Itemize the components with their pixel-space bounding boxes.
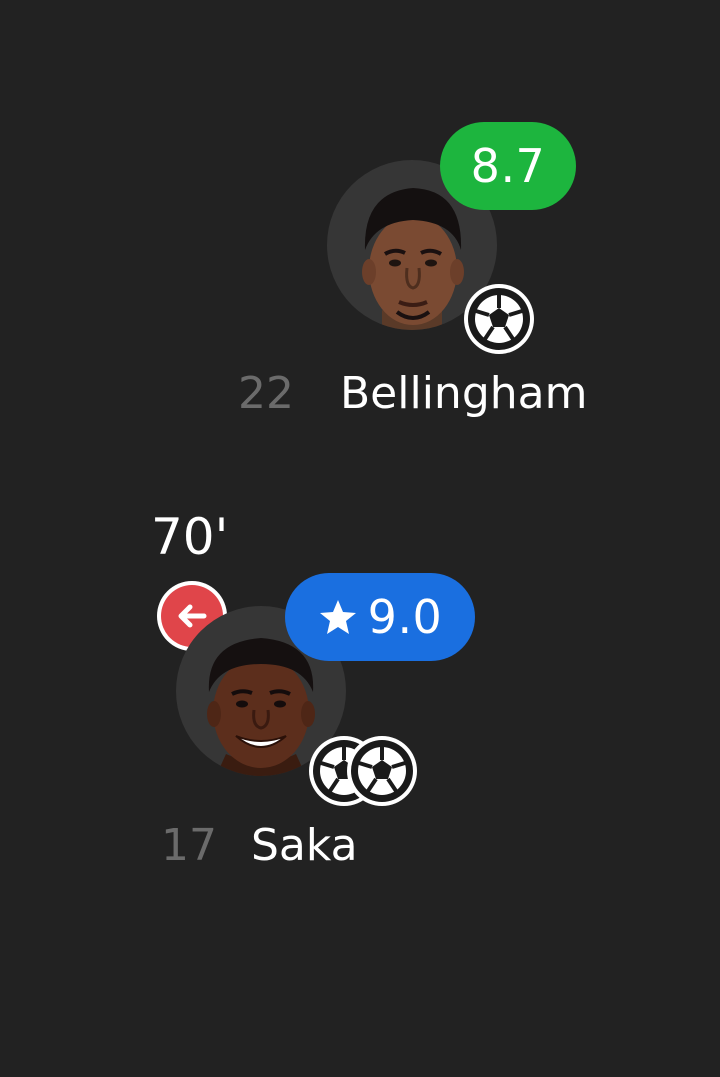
player-number: 22	[238, 368, 294, 419]
lineup-pitch: 8.7 22 Bellingham 70' 9.0 17 Saka	[0, 0, 720, 1077]
player-rating: 9.0	[367, 590, 443, 644]
substitution-time: 70'	[151, 508, 229, 566]
player-rating: 8.7	[470, 139, 546, 193]
player-number: 17	[161, 820, 217, 871]
player-name: Saka	[251, 820, 358, 871]
player-rating-badge: 9.0	[285, 573, 475, 661]
player-rating-badge: 8.7	[440, 122, 576, 210]
soccer-ball-icon	[464, 284, 534, 354]
player-bellingham[interactable]: 8.7 22 Bellingham	[230, 118, 610, 428]
player-saka[interactable]: 70' 9.0 17 Saka	[145, 500, 485, 880]
star-icon	[319, 600, 356, 634]
player-name: Bellingham	[340, 368, 588, 419]
soccer-ball-icon	[347, 736, 417, 806]
